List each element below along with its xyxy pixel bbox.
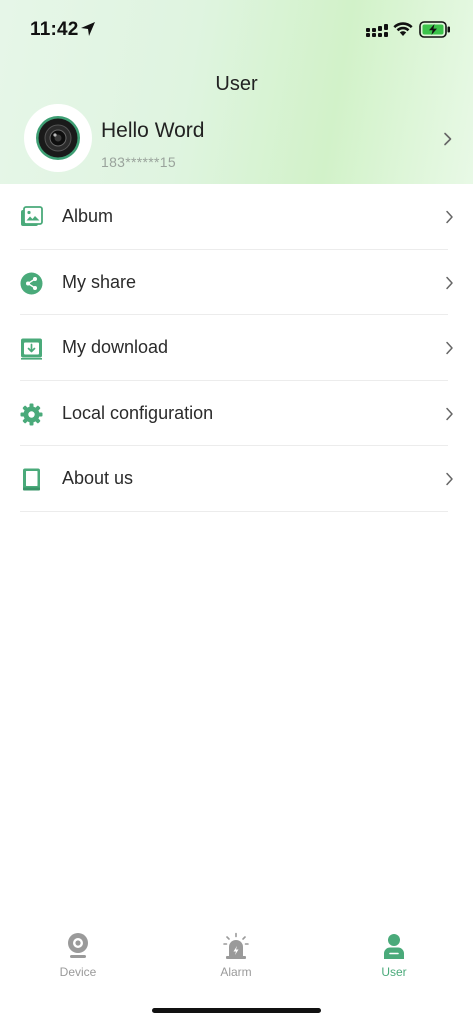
chevron-right-icon — [446, 473, 453, 486]
battery-charging-icon — [419, 21, 450, 38]
tab-label: Device — [59, 965, 97, 979]
status-time: 11:42 — [30, 19, 79, 40]
tab-label: Alarm — [220, 965, 252, 979]
home-indicator[interactable] — [152, 1008, 321, 1013]
menu-item-label: Local configuration — [62, 402, 214, 423]
menu-item-label: My download — [62, 337, 169, 358]
avatar[interactable] — [24, 104, 92, 172]
profile-name: Hello Word — [101, 119, 205, 142]
gear-icon — [20, 403, 43, 426]
tab-label: User — [381, 965, 407, 979]
tab-alarm[interactable]: Alarm — [176, 928, 296, 988]
chevron-right-icon — [446, 341, 453, 355]
menu-item-label: Album — [62, 206, 114, 226]
status-bar: 11:42 — [0, 0, 473, 56]
menu-item-album[interactable]: Album — [0, 184, 473, 250]
tab-device[interactable]: Device — [18, 928, 138, 988]
menu-item-label: About us — [62, 468, 134, 489]
menu-item-local-configuration[interactable]: Local configuration — [0, 381, 473, 447]
header-background: 11:42 User Hello Word 183******15 — [0, 0, 473, 184]
page-title: User — [215, 73, 258, 95]
user-icon — [384, 934, 404, 959]
menu-item-my-share[interactable]: My share — [0, 250, 473, 316]
album-icon — [21, 206, 43, 226]
chevron-right-icon — [446, 276, 453, 289]
alarm-siren-icon — [223, 932, 249, 959]
camera-lens-icon — [36, 116, 80, 160]
menu-item-my-download[interactable]: My download — [0, 315, 473, 381]
book-icon — [23, 468, 40, 491]
chevron-right-icon — [446, 210, 453, 224]
menu-item-label: My share — [62, 271, 137, 292]
divider — [20, 510, 448, 512]
profile-phone: 183******15 — [101, 154, 176, 170]
wifi-icon — [393, 22, 413, 36]
profile-row[interactable]: Hello Word 183******15 — [0, 104, 473, 176]
chevron-right-icon — [446, 407, 453, 421]
tab-bar: Device Alarm User — [0, 928, 473, 988]
chevron-right-icon[interactable] — [443, 132, 453, 146]
camera-icon — [68, 933, 88, 958]
tab-user[interactable]: User — [334, 928, 454, 988]
menu-item-about-us[interactable]: About us — [0, 446, 473, 512]
cellular-signal-icon — [366, 24, 388, 37]
share-icon — [20, 272, 43, 295]
download-icon — [21, 338, 42, 360]
location-arrow-icon — [81, 22, 95, 36]
menu-list: Album My share My download Local configu… — [0, 184, 473, 512]
